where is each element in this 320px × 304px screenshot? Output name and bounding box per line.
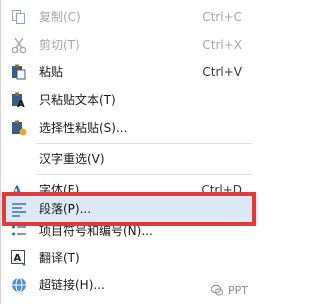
menu-item-label: 复制(C) xyxy=(39,10,81,24)
menu-item-paste-special[interactable]: 选择性粘贴(S)... xyxy=(1,114,258,142)
hyperlink-icon xyxy=(10,276,28,294)
menu-item-label: 只粘贴文本(T) xyxy=(39,93,116,107)
svg-text:A: A xyxy=(14,253,22,264)
menu-item-shortcut: Ctrl+X xyxy=(202,38,242,52)
wechat-icon xyxy=(210,284,223,300)
menu-item-label: 选择性粘贴(S)... xyxy=(39,121,128,135)
watermark: PPT xyxy=(210,284,248,300)
menu-item-label: 粘贴 xyxy=(39,65,64,79)
menu-item-label: 汉字重选(V) xyxy=(39,152,105,166)
menu-item-hanzi-reselect[interactable]: 汉字重选(V) xyxy=(1,145,258,173)
cut-icon xyxy=(10,36,28,54)
menu-item-cut[interactable]: 剪切(T) Ctrl+X xyxy=(1,31,258,59)
svg-text:A: A xyxy=(17,99,25,109)
paste-text-icon: A xyxy=(10,91,28,110)
menu-item-shortcut: Ctrl+V xyxy=(202,65,242,79)
menu-item-shortcut: Ctrl+C xyxy=(202,10,242,24)
menu-item-label: 超链接(H)... xyxy=(39,278,105,292)
menu-item-copy[interactable]: 复制(C) Ctrl+C xyxy=(1,3,258,31)
menu-item-paste-text-only[interactable]: A 只粘贴文本(T) xyxy=(1,86,258,114)
watermark-text: PPT xyxy=(228,284,248,297)
paste-special-icon xyxy=(10,119,28,137)
menu-item-label: 剪切(T) xyxy=(39,38,80,52)
context-menu: 复制(C) Ctrl+C 剪切(T) Ctrl+X 粘贴 Ctrl+V A 只粘… xyxy=(0,0,258,304)
menu-item-label: 翻译(T) xyxy=(39,251,80,265)
paste-icon xyxy=(10,63,28,81)
highlight-frame xyxy=(2,192,256,226)
translate-icon: A xyxy=(10,249,28,267)
copy-icon xyxy=(10,8,28,26)
menu-item-translate[interactable]: A 翻译(T) xyxy=(1,244,258,272)
menu-separator xyxy=(36,174,252,175)
menu-item-paste[interactable]: 粘贴 Ctrl+V xyxy=(1,58,258,86)
menu-separator xyxy=(36,143,252,144)
